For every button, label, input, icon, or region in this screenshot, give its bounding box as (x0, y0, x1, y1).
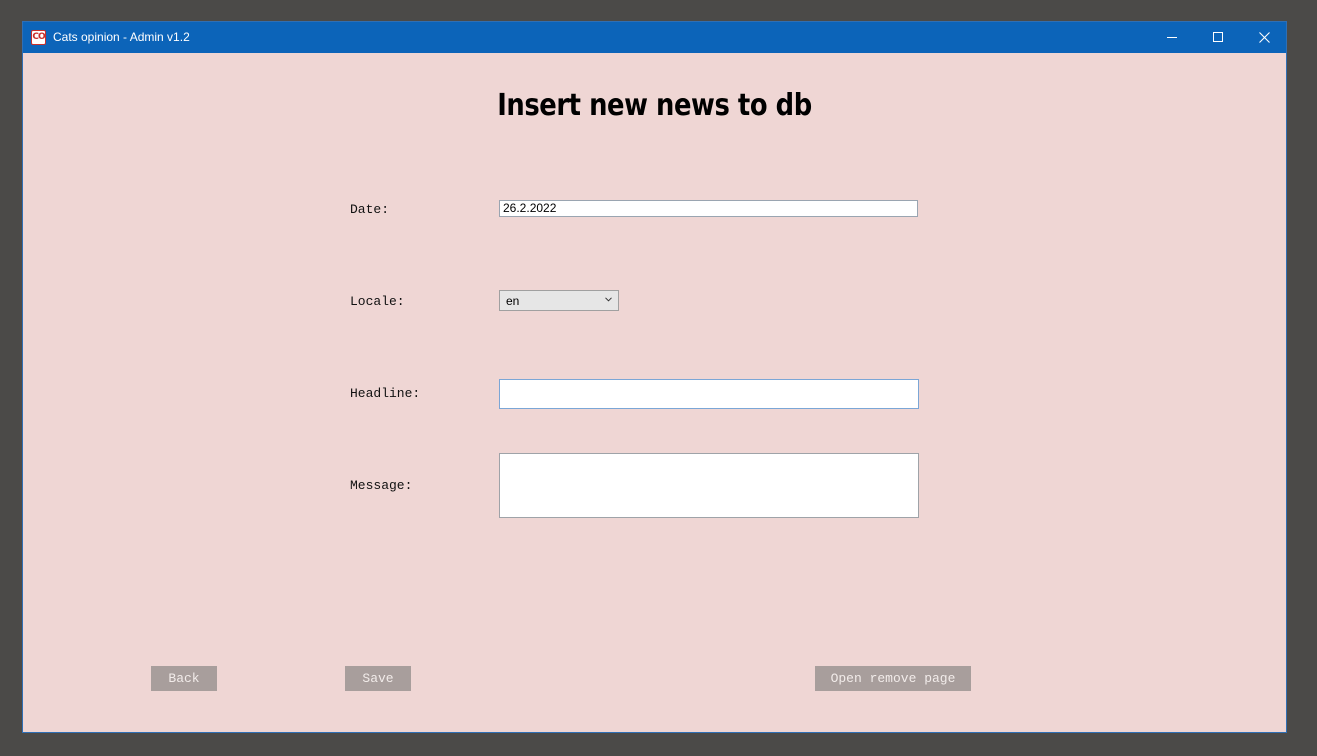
close-icon (1259, 32, 1270, 43)
headline-input[interactable] (499, 379, 919, 409)
chevron-down-icon (605, 297, 612, 302)
maximize-button[interactable] (1195, 22, 1241, 53)
message-label: Message: (350, 478, 413, 493)
save-button[interactable]: Save (345, 666, 411, 691)
app-logo-icon: CO (31, 30, 46, 45)
locale-label: Locale: (350, 294, 405, 309)
date-input[interactable]: 26.2.2022 (499, 200, 918, 217)
locale-selected-value: en (506, 294, 520, 308)
close-button[interactable] (1241, 22, 1287, 53)
headline-label: Headline: (350, 386, 421, 401)
message-textarea[interactable] (499, 453, 919, 518)
locale-select[interactable]: en (499, 290, 619, 311)
minimize-button[interactable] (1149, 22, 1195, 53)
app-window: CO Cats opinion - Admin v1.2 Insert new … (22, 21, 1287, 733)
back-button[interactable]: Back (151, 666, 217, 691)
window-title: Cats opinion - Admin v1.2 (53, 30, 190, 44)
minimize-icon (1167, 37, 1177, 38)
open-remove-page-button[interactable]: Open remove page (815, 666, 971, 691)
title-bar[interactable]: CO Cats opinion - Admin v1.2 (23, 22, 1286, 53)
date-label: Date: (350, 202, 390, 217)
maximize-icon (1213, 32, 1223, 42)
page-title: Insert new news to db (497, 88, 812, 123)
